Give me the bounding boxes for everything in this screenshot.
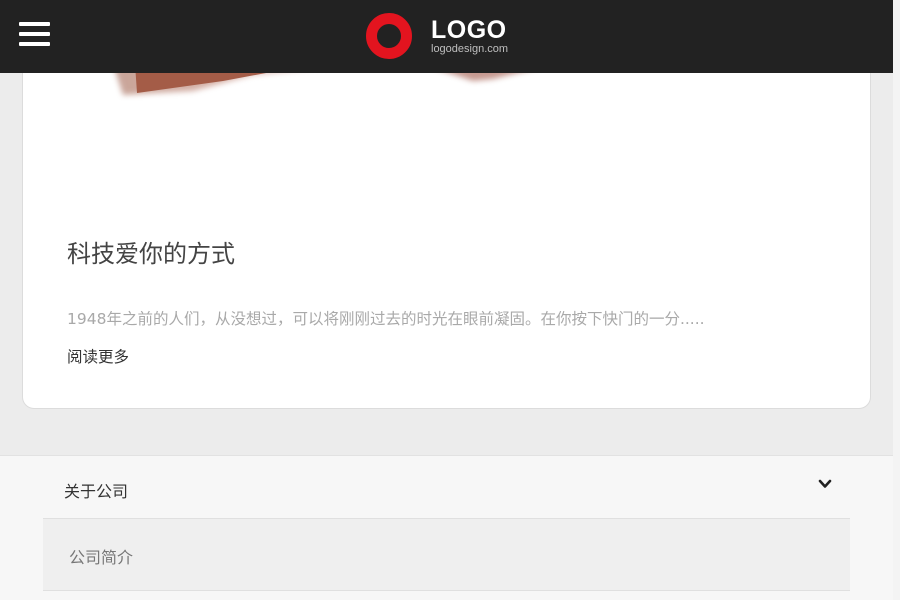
top-navbar: LOGO logodesign.com xyxy=(0,0,893,73)
footer-nav: 关于公司 公司简介 xyxy=(0,455,893,600)
accordion-title: 关于公司 xyxy=(64,482,129,501)
menu-bar xyxy=(19,22,50,26)
article-summary: 1948年之前的人们，从没想过，可以将刚刚过去的时光在眼前凝固。在你按下快门的一… xyxy=(67,310,705,328)
logo-title: LOGO xyxy=(431,15,507,44)
accordion-item-company-profile[interactable]: 公司简介 xyxy=(43,519,850,591)
accordion-item-label: 公司简介 xyxy=(69,548,134,567)
red-ring-logo-icon xyxy=(366,13,412,59)
article-title[interactable]: 科技爱你的方式 xyxy=(67,234,235,269)
menu-bar xyxy=(19,42,50,46)
hamburger-menu-icon[interactable] xyxy=(19,22,51,48)
read-more-link[interactable]: 阅读更多 xyxy=(67,345,129,367)
accordion-about-company[interactable]: 关于公司 xyxy=(43,456,850,519)
logo-text: LOGO logodesign.com xyxy=(431,15,509,55)
page: 科技爱你的方式 1948年之前的人们，从没想过，可以将刚刚过去的时光在眼前凝固。… xyxy=(0,0,900,600)
menu-bar xyxy=(19,32,50,36)
logo-subtitle: logodesign.com xyxy=(431,42,509,55)
scrollbar-track[interactable] xyxy=(893,0,900,600)
chevron-down-icon[interactable] xyxy=(818,478,832,490)
site-logo[interactable]: LOGO logodesign.com xyxy=(366,13,508,59)
